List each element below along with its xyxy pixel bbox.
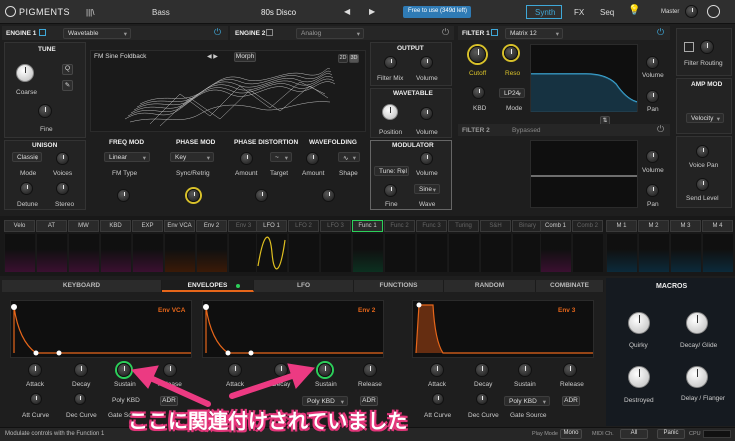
annotation-arrows <box>131 363 315 407</box>
annotation-text: ここに関連付けされていました <box>128 409 408 433</box>
